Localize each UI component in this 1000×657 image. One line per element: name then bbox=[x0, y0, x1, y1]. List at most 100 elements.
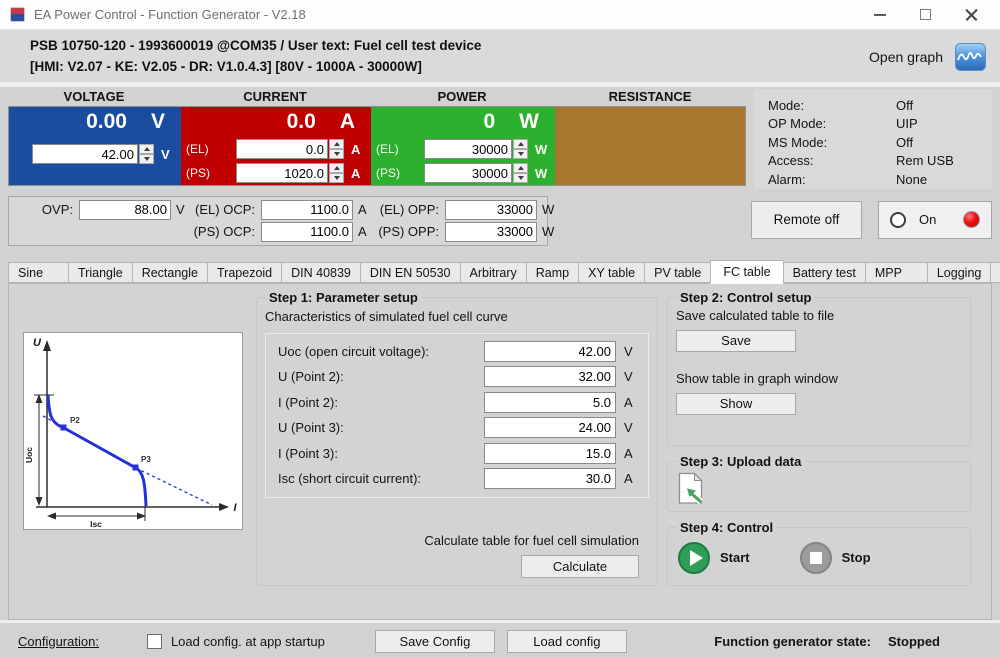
tab-din40839[interactable]: DIN 40839 bbox=[281, 262, 360, 283]
start-label: Start bbox=[720, 550, 750, 565]
svg-text:U: U bbox=[33, 337, 42, 349]
show-button[interactable]: Show bbox=[676, 393, 796, 415]
tab-sandia[interactable]: Sandia bbox=[990, 262, 1000, 283]
voltage-spinner[interactable] bbox=[139, 144, 154, 164]
uoc-unit: V bbox=[624, 344, 638, 359]
ovp-input[interactable] bbox=[79, 200, 171, 220]
power-panel: 0 W (EL) W (PS) W bbox=[371, 107, 555, 185]
u-point3-input[interactable] bbox=[484, 417, 616, 438]
power-actual-value: 0 bbox=[483, 110, 495, 134]
u-point3-unit: V bbox=[624, 420, 638, 435]
tab-rectangle[interactable]: Rectangle bbox=[132, 262, 207, 283]
calculate-button[interactable]: Calculate bbox=[521, 555, 639, 578]
i-point3-input[interactable] bbox=[484, 443, 616, 464]
window-title: EA Power Control - Function Generator - … bbox=[34, 7, 306, 22]
current-panel: 0.0 A (EL) A (PS) A bbox=[181, 107, 371, 185]
u-point2-input[interactable] bbox=[484, 366, 616, 387]
tab-triangle[interactable]: Triangle bbox=[68, 262, 132, 283]
configuration-link[interactable]: Configuration: bbox=[18, 634, 99, 649]
calculate-hint: Calculate table for fuel cell simulation bbox=[263, 533, 639, 548]
tab-sine[interactable]: Sine bbox=[8, 262, 68, 283]
tab-battery-test[interactable]: Battery test bbox=[784, 262, 865, 283]
fuel-cell-curve-diagram: U I P2 P3 Uoc Isc bbox=[23, 332, 243, 530]
ms-mode-label: MS Mode: bbox=[768, 135, 896, 150]
step1-subtitle: Characteristics of simulated fuel cell c… bbox=[265, 309, 651, 324]
status-panel: Mode:Off OP Mode:UIP MS Mode:Off Access:… bbox=[754, 89, 992, 189]
save-button[interactable]: Save bbox=[676, 330, 796, 352]
ovp-unit: V bbox=[171, 202, 191, 217]
tab-fc-table[interactable]: FC table bbox=[710, 260, 783, 284]
firmware-info-line: [HMI: V2.07 - KE: V2.05 - DR: V1.0.4.3] … bbox=[30, 56, 481, 77]
current-ps-spinner[interactable] bbox=[329, 163, 344, 183]
step4-group: Step 4: Control Start Stop bbox=[667, 520, 971, 586]
protection-section: OVP: V (EL) OCP: A (EL) OPP: W (PS) OCP:… bbox=[8, 196, 992, 246]
stop-label: Stop bbox=[842, 550, 871, 565]
el-opp-input[interactable] bbox=[445, 200, 537, 220]
meter-section: VOLTAGE CURRENT POWER RESISTANCE 0.00 V … bbox=[0, 87, 1000, 189]
tab-xy-table[interactable]: XY table bbox=[578, 262, 644, 283]
power-ps-spinner[interactable] bbox=[513, 163, 528, 183]
device-info-line: PSB 10750-120 - 1993600019 @COM35 / User… bbox=[30, 35, 481, 56]
power-el-spinner[interactable] bbox=[513, 139, 528, 159]
isc-input[interactable] bbox=[484, 468, 616, 489]
el-opp-unit: W bbox=[537, 202, 559, 217]
current-ps-input[interactable] bbox=[236, 163, 328, 183]
current-ps-tag: (PS) bbox=[186, 166, 216, 180]
el-ocp-unit: A bbox=[353, 202, 373, 217]
el-ocp-input[interactable] bbox=[261, 200, 353, 220]
resistance-panel bbox=[555, 107, 745, 185]
tab-din-en-50530[interactable]: DIN EN 50530 bbox=[360, 262, 460, 283]
current-el-input[interactable] bbox=[236, 139, 328, 159]
upload-data-icon[interactable] bbox=[678, 472, 705, 505]
mode-value: Off bbox=[896, 98, 913, 113]
power-el-input[interactable] bbox=[424, 139, 512, 159]
power-el-tag: (EL) bbox=[376, 142, 406, 156]
save-config-button[interactable]: Save Config bbox=[375, 630, 495, 653]
on-radio[interactable] bbox=[890, 212, 906, 228]
power-ps-input[interactable] bbox=[424, 163, 512, 183]
fuel-cell-curve-svg: U I P2 P3 Uoc Isc bbox=[24, 333, 242, 529]
isc-label: Isc (short circuit current): bbox=[278, 471, 484, 486]
svg-text:Uoc: Uoc bbox=[24, 446, 34, 462]
uoc-input[interactable] bbox=[484, 341, 616, 362]
ps-ocp-input[interactable] bbox=[261, 222, 353, 242]
close-button[interactable] bbox=[965, 8, 978, 21]
voltage-set-input[interactable] bbox=[32, 144, 138, 164]
el-opp-label: (EL) OPP: bbox=[373, 202, 445, 217]
current-el-unit: A bbox=[351, 142, 365, 157]
resistance-header: RESISTANCE bbox=[554, 89, 746, 106]
load-config-button[interactable]: Load config bbox=[507, 630, 627, 653]
stop-button[interactable] bbox=[800, 542, 832, 574]
voltage-actual-value: 0.00 bbox=[86, 110, 127, 134]
maximize-icon bbox=[920, 9, 931, 20]
i-point2-input[interactable] bbox=[484, 392, 616, 413]
open-graph-label: Open graph bbox=[869, 49, 943, 65]
ps-opp-input[interactable] bbox=[445, 222, 537, 242]
tab-trapezoid[interactable]: Trapezoid bbox=[207, 262, 281, 283]
remote-off-button[interactable]: Remote off bbox=[751, 201, 862, 239]
tab-mpp[interactable]: MPP bbox=[865, 262, 927, 283]
save-hint: Save calculated table to file bbox=[676, 308, 964, 323]
step3-group: Step 3: Upload data bbox=[667, 454, 971, 512]
step1-group: Step 1: Parameter setup Characteristics … bbox=[256, 290, 658, 586]
graph-icon[interactable] bbox=[955, 43, 986, 71]
tab-pv-table[interactable]: PV table bbox=[644, 262, 710, 283]
tab-ramp[interactable]: Ramp bbox=[526, 262, 578, 283]
show-hint: Show table in graph window bbox=[676, 371, 964, 386]
op-mode-label: OP Mode: bbox=[768, 116, 896, 131]
tab-arbitrary[interactable]: Arbitrary bbox=[460, 262, 526, 283]
load-config-checkbox[interactable] bbox=[147, 634, 162, 649]
step1-title: Step 1: Parameter setup bbox=[265, 290, 422, 305]
ms-mode-value: Off bbox=[896, 135, 913, 150]
open-graph-button[interactable]: Open graph bbox=[869, 35, 986, 82]
minimize-button[interactable] bbox=[874, 14, 886, 16]
voltage-header: VOLTAGE bbox=[8, 89, 180, 106]
protection-box: OVP: V (EL) OCP: A (EL) OPP: W (PS) OCP:… bbox=[8, 196, 548, 246]
u-point2-label: U (Point 2): bbox=[278, 369, 484, 384]
stop-icon bbox=[810, 552, 822, 564]
tab-logging[interactable]: Logging bbox=[927, 262, 991, 283]
maximize-button[interactable] bbox=[920, 9, 931, 20]
start-button[interactable] bbox=[678, 542, 710, 574]
current-header: CURRENT bbox=[180, 89, 370, 106]
current-el-spinner[interactable] bbox=[329, 139, 344, 159]
